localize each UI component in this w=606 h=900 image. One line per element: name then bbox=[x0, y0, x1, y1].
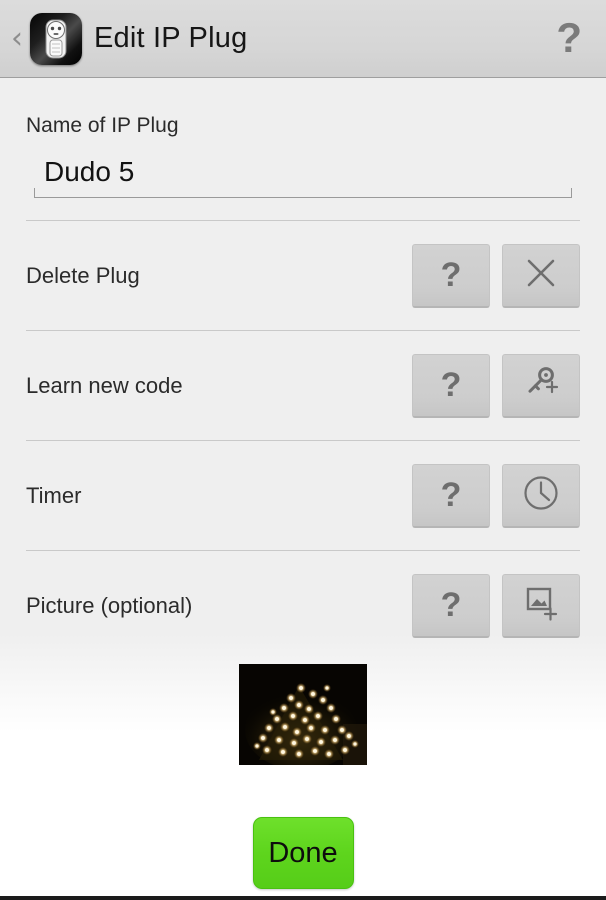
app-bar: ‹ Edit IP Plug ? bbox=[0, 0, 606, 78]
key-plus-icon bbox=[523, 365, 559, 406]
help-button-delete-plug[interactable]: ? bbox=[412, 243, 490, 308]
row-learn-new-code: Learn new code ? bbox=[0, 331, 606, 440]
help-button-picture[interactable]: ? bbox=[412, 573, 490, 638]
page-title: Edit IP Plug bbox=[94, 22, 248, 54]
clock-icon bbox=[522, 474, 560, 517]
row-actions-picture: ? bbox=[412, 573, 580, 638]
picture-thumbnail[interactable] bbox=[239, 664, 367, 765]
row-label-learn-new-code: Learn new code bbox=[26, 372, 183, 398]
question-mark-icon: ? bbox=[440, 256, 462, 294]
row-label-picture: Picture (optional) bbox=[26, 592, 193, 618]
help-icon[interactable]: ? bbox=[556, 16, 582, 59]
timer-button[interactable] bbox=[502, 463, 580, 528]
question-mark-icon: ? bbox=[440, 586, 462, 624]
row-actions-timer: ? bbox=[412, 463, 580, 528]
name-field-label: Name of IP Plug bbox=[26, 114, 179, 137]
learn-new-code-button[interactable] bbox=[502, 353, 580, 418]
help-button-timer[interactable]: ? bbox=[412, 463, 490, 528]
row-actions-learn-new-code: ? bbox=[412, 353, 580, 418]
ip-plug-app-icon bbox=[30, 12, 82, 65]
done-button-wrap: Done bbox=[0, 817, 606, 889]
row-label-timer: Timer bbox=[26, 482, 82, 508]
delete-plug-button[interactable] bbox=[502, 243, 580, 308]
question-mark-icon: ? bbox=[440, 366, 462, 404]
row-label-delete-plug: Delete Plug bbox=[26, 262, 140, 288]
done-button[interactable]: Done bbox=[252, 817, 354, 889]
row-actions-delete-plug: ? bbox=[412, 243, 580, 308]
help-button-learn-new-code[interactable]: ? bbox=[412, 353, 490, 418]
close-x-icon bbox=[524, 256, 558, 295]
add-picture-button[interactable] bbox=[502, 573, 580, 638]
input-underline bbox=[34, 188, 572, 198]
name-field-block: Name of IP Plug Dudo 5 bbox=[0, 78, 606, 198]
row-timer: Timer ? bbox=[0, 441, 606, 550]
app-screen: ‹ Edit IP Plug ? Name of IP Plug Dudo 5 bbox=[0, 0, 606, 900]
row-delete-plug: Delete Plug ? bbox=[0, 221, 606, 330]
name-input-value: Dudo 5 bbox=[44, 156, 135, 187]
back-button[interactable]: ‹ bbox=[4, 23, 30, 54]
name-input[interactable]: Dudo 5 bbox=[34, 152, 572, 198]
form-content: Name of IP Plug Dudo 5 Delete Plug ? Lea… bbox=[0, 78, 606, 896]
question-mark-icon: ? bbox=[440, 476, 462, 514]
row-picture: Picture (optional) ? bbox=[0, 551, 606, 660]
image-plus-icon bbox=[523, 585, 559, 626]
picture-preview-wrap bbox=[0, 664, 606, 765]
